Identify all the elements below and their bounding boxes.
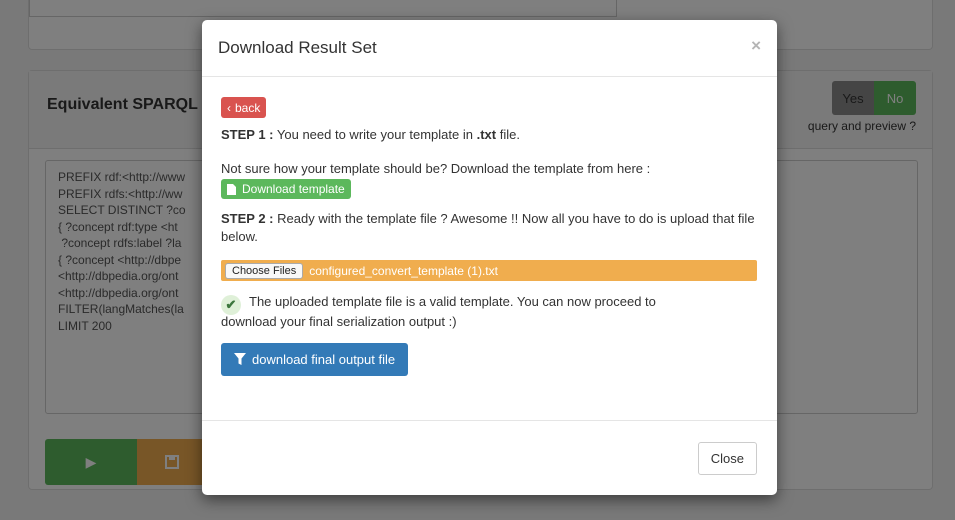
step2-text: STEP 2 : Ready with the template file ? …: [221, 210, 761, 246]
check-icon: ✔: [221, 295, 241, 315]
chevron-left-icon: ‹: [227, 100, 231, 115]
step1-body: You need to write your template in: [273, 127, 477, 142]
download-final-output-label: download final output file: [252, 352, 396, 367]
step1-end: file.: [496, 127, 520, 142]
modal-header: Download Result Set ×: [202, 20, 777, 77]
file-icon: [227, 183, 236, 195]
step2-body: Ready with the template file ? Awesome !…: [221, 211, 755, 244]
download-final-output-button[interactable]: download final output file: [221, 343, 409, 376]
download-result-modal: Download Result Set × ‹ back STEP 1 : Yo…: [202, 20, 777, 495]
step1-ext: .txt: [476, 127, 497, 142]
step1-label: STEP 1 :: [221, 127, 274, 142]
back-button[interactable]: ‹ back: [221, 97, 267, 118]
modal-footer: Close: [202, 420, 777, 495]
download-template-button[interactable]: Download template: [221, 179, 351, 199]
validation-text-2: download your final serialization output…: [221, 314, 457, 329]
close-icon[interactable]: ×: [751, 36, 761, 56]
step2-label: STEP 2 :: [221, 211, 274, 226]
selected-file-name: configured_convert_template (1).txt: [309, 263, 498, 278]
step1-text: STEP 1 : You need to write your template…: [221, 126, 520, 144]
not-sure-text: Not sure how your template should be? Do…: [221, 161, 651, 176]
choose-files-button[interactable]: Choose Files: [225, 262, 304, 279]
file-upload-row: Choose Files configured_convert_template…: [221, 260, 757, 281]
close-button[interactable]: Close: [697, 442, 757, 475]
validation-text-1: The uploaded template file is a valid te…: [249, 294, 656, 309]
download-template-label: Download template: [242, 182, 345, 196]
filter-icon: [234, 353, 246, 365]
back-label: back: [235, 100, 261, 115]
modal-title: Download Result Set: [218, 38, 377, 57]
